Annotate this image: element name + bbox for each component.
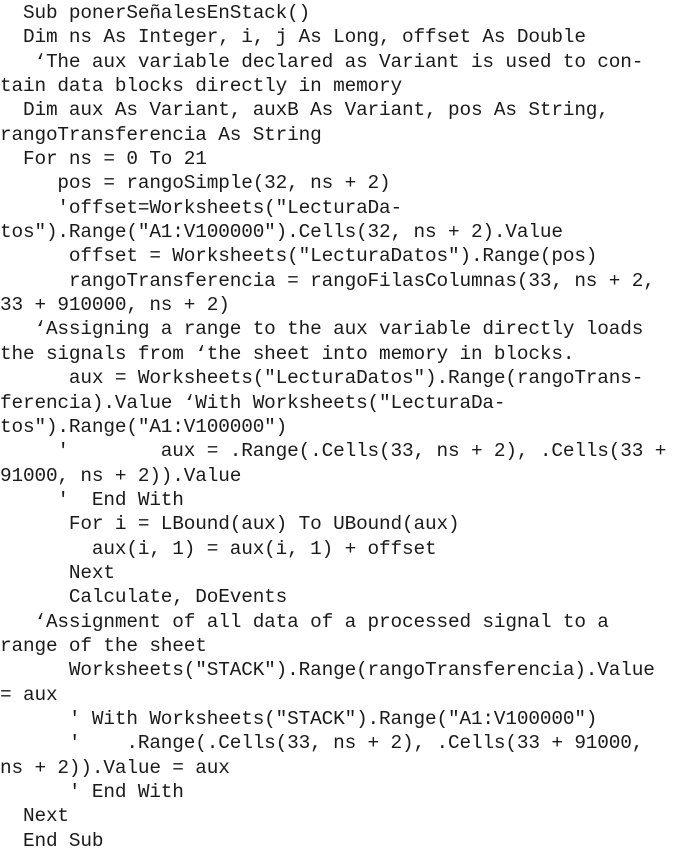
code-line: ' aux = .Range(.Cells(33, ns + 2), .Cell… — [0, 440, 667, 463]
code-line: 91000, ns + 2)).Value — [0, 464, 242, 487]
code-line: Dim aux As Variant, auxB As Variant, pos… — [0, 99, 609, 122]
code-line: range of the sheet — [0, 634, 207, 657]
code-line: End Sub — [0, 829, 104, 852]
code-line: rangoTransferencia As String — [0, 123, 322, 146]
code-line: tos").Range("A1:V100000") — [0, 415, 288, 438]
code-line: ferencia).Value ‘With Worksheets("Lectur… — [0, 391, 506, 414]
code-line: Sub ponerSeñalesEnStack() — [0, 2, 311, 24]
code-line: = aux — [0, 683, 58, 706]
code-line: ' End With — [0, 781, 184, 803]
code-line: ‘Assignment of all data of a processed s… — [0, 610, 609, 633]
code-line: ' End With — [0, 488, 184, 511]
code-line: Worksheets("STACK").Range(rangoTransfere… — [0, 659, 655, 682]
code-line: For ns = 0 To 21 — [0, 148, 207, 171]
code-line: tos").Range("A1:V100000").Cells(32, ns +… — [0, 221, 563, 244]
code-line: aux(i, 1) = aux(i, 1) + offset — [0, 537, 437, 560]
code-line: 33 + 910000, ns + 2) — [0, 294, 230, 317]
code-line: Next — [0, 805, 69, 828]
code-line: the signals from ‘the sheet into memory … — [0, 342, 575, 365]
code-listing: Sub ponerSeñalesEnStack() Dim ns As Inte… — [0, 0, 685, 853]
code-line: Next — [0, 561, 115, 584]
code-line: ' With Worksheets("STACK").Range("A1:V10… — [0, 707, 598, 730]
code-line: tain data blocks directly in memory — [0, 75, 403, 98]
code-line: pos = rangoSimple(32, ns + 2) — [0, 172, 391, 195]
code-line: Calculate, DoEvents — [0, 586, 288, 609]
code-line: 'offset=Worksheets("LecturaDa- — [0, 196, 403, 219]
code-line: ns + 2)).Value = aux — [0, 756, 230, 779]
code-line: offset = Worksheets("LecturaDatos").Rang… — [0, 245, 598, 268]
code-line: Dim ns As Integer, i, j As Long, offset … — [0, 26, 586, 49]
code-line: aux = Worksheets("LecturaDatos").Range(r… — [0, 367, 644, 390]
code-line: rangoTransferencia = rangoFilasColumnas(… — [0, 269, 655, 292]
code-line: ‘The aux variable declared as Variant is… — [0, 50, 644, 73]
code-line: ' .Range(.Cells(33, ns + 2), .Cells(33 +… — [0, 732, 644, 755]
code-line: ‘Assigning a range to the aux variable d… — [0, 318, 644, 341]
code-line: For i = LBound(aux) To UBound(aux) — [0, 513, 460, 536]
